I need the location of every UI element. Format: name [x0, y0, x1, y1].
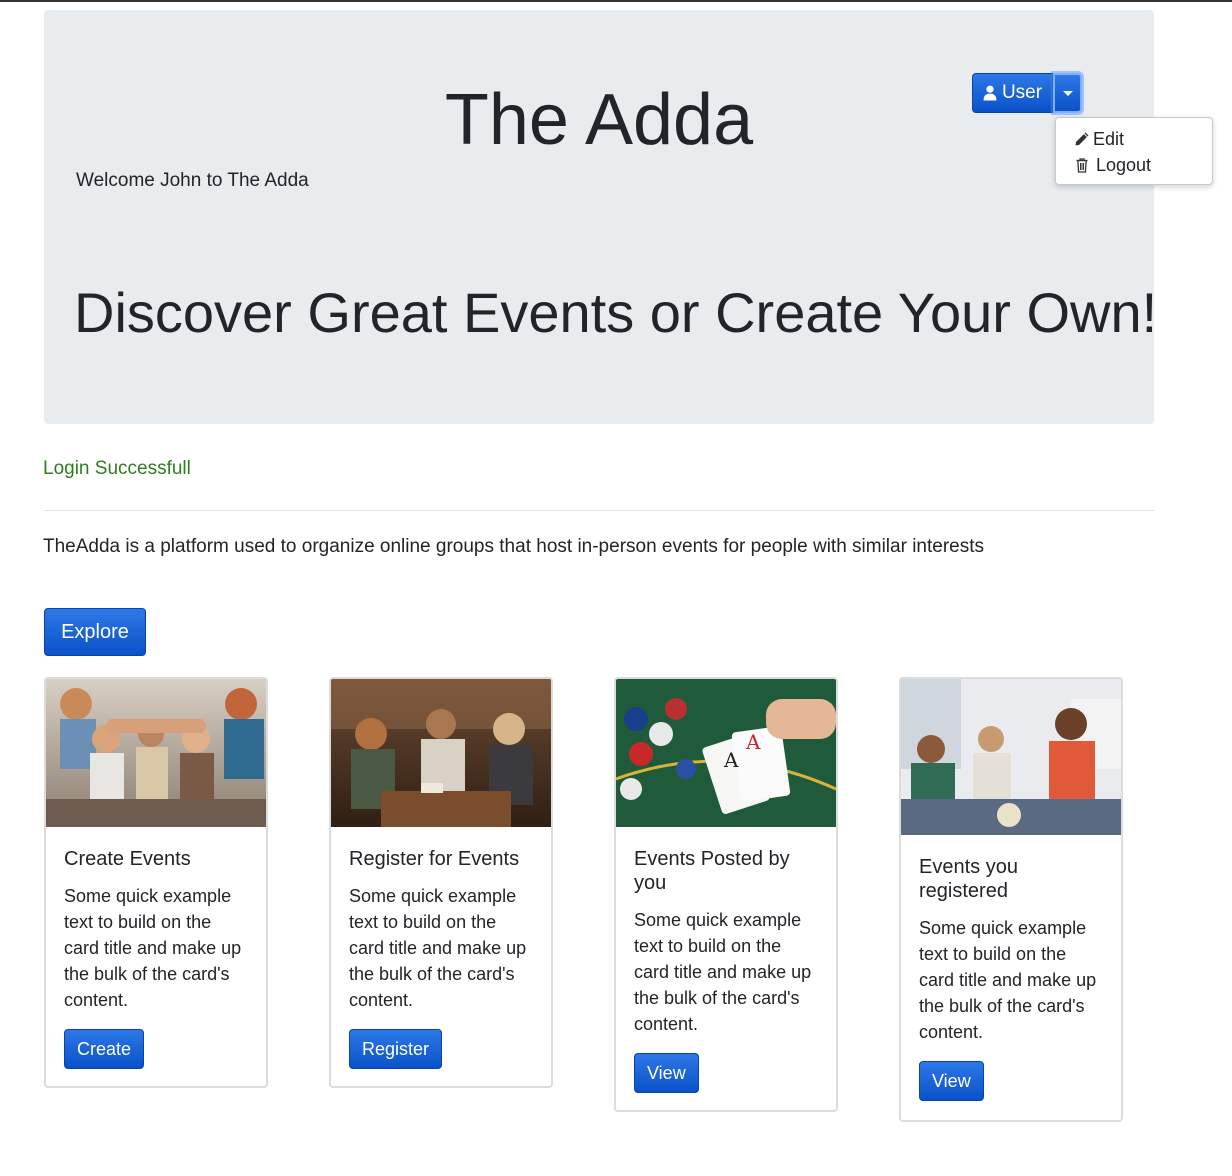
card-text: Some quick example text to build on the …	[634, 910, 812, 1034]
card-title: Create Events	[64, 848, 191, 870]
register-button[interactable]: Register	[349, 1029, 443, 1069]
caret-down-icon	[1062, 90, 1073, 96]
divider	[44, 510, 1154, 511]
card-image-friends-group	[46, 679, 266, 827]
card-image-poker-cards: A A	[616, 679, 836, 827]
card-events-posted: A A Events Posted by you Some quick exam…	[614, 677, 838, 1112]
card-create-events: Create Events Some quick example text to…	[44, 677, 268, 1088]
view-registered-button[interactable]: View	[919, 1061, 984, 1101]
card-title: Events Posted by you	[634, 848, 790, 894]
svg-text:A: A	[723, 748, 739, 772]
user-icon	[983, 85, 997, 101]
card-events-registered: Events you registered Some quick example…	[899, 677, 1123, 1122]
card-title: Register for Events	[349, 848, 520, 870]
trash-icon	[1076, 158, 1088, 173]
card-title: Events you registered	[919, 856, 1018, 902]
hero-tagline: Discover Great Events or Create Your Own…	[74, 281, 1158, 344]
menu-item-logout-label: Logout	[1096, 154, 1152, 175]
about-text: TheAdda is a platform used to organize o…	[43, 536, 985, 557]
login-status-message: Login Successfull	[43, 458, 191, 479]
user-button-label: User	[1001, 82, 1043, 103]
svg-text:A: A	[745, 730, 761, 754]
user-dropdown-menu: Edit Logout	[1055, 117, 1213, 185]
view-posted-button[interactable]: View	[634, 1053, 699, 1093]
menu-item-logout[interactable]: Logout	[1056, 152, 1212, 178]
welcome-text: Welcome John to The Adda	[76, 170, 309, 191]
explore-button[interactable]: Explore	[44, 608, 146, 656]
user-dropdown-toggle[interactable]	[1053, 73, 1082, 113]
card-text: Some quick example text to build on the …	[64, 886, 242, 1010]
pencil-icon	[1075, 132, 1089, 146]
card-register-events: Register for Events Some quick example t…	[329, 677, 553, 1088]
card-text: Some quick example text to build on the …	[919, 918, 1097, 1042]
card-image-friends-game	[901, 679, 1121, 835]
card-image-cafe-friends	[331, 679, 551, 827]
card-text: Some quick example text to build on the …	[349, 886, 527, 1010]
menu-item-edit[interactable]: Edit	[1056, 126, 1212, 152]
user-button-group: User	[972, 73, 1082, 113]
top-border	[0, 0, 1232, 2]
user-button[interactable]: User	[972, 73, 1053, 113]
create-button[interactable]: Create	[64, 1029, 145, 1069]
menu-item-edit-label: Edit	[1093, 128, 1125, 149]
